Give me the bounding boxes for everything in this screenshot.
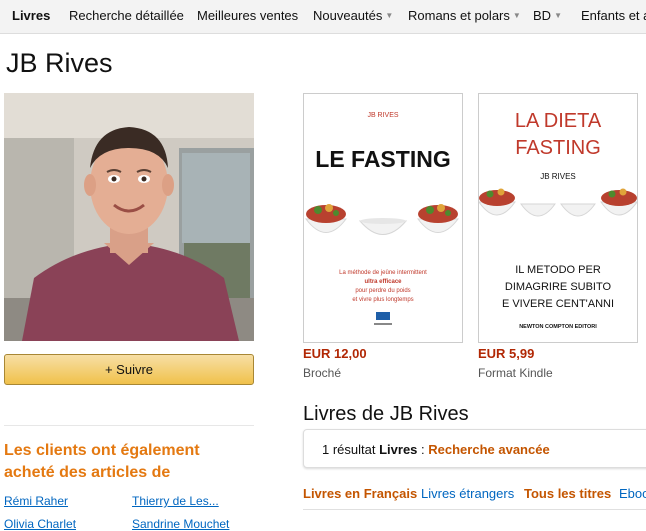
tabs-underline bbox=[303, 509, 646, 510]
cover-subtitle: IL METODO PER bbox=[515, 264, 601, 276]
cover-author: JB RIVES bbox=[367, 112, 398, 119]
result-separator: : bbox=[417, 442, 429, 457]
nav-item-romans-et-polars[interactable]: Romans et polars ▼ bbox=[408, 8, 521, 23]
tab-ebooks[interactable]: Ebooks bbox=[619, 486, 646, 501]
nav-item-label: Romans et polars bbox=[408, 8, 510, 23]
nav-item-label: Livres bbox=[12, 8, 51, 23]
nav-item-label: Recherche détaillée bbox=[69, 8, 184, 23]
page-title: JB Rives bbox=[6, 48, 113, 78]
chevron-down-icon: ▼ bbox=[554, 11, 562, 20]
book-cover-la-dieta-fasting[interactable]: LA DIETA FASTING JB RIVES IL METODO PER … bbox=[478, 93, 638, 343]
cover-tagline: pour perdre du poids bbox=[355, 288, 410, 294]
cover-title: FASTING bbox=[515, 137, 601, 159]
result-summary-bar: 1 résultat Livres : Recherche avancée bbox=[303, 429, 646, 468]
category-nav-bar: Livres Recherche détaillée Meilleures ve… bbox=[0, 0, 646, 34]
also-bought-author-link[interactable]: Thierry de Les... bbox=[132, 494, 219, 508]
books-section-heading: Livres de JB Rives bbox=[303, 403, 469, 425]
cover-author: JB RIVES bbox=[540, 172, 576, 181]
chevron-down-icon: ▼ bbox=[385, 11, 394, 20]
book-format-link[interactable]: Format Kindle bbox=[478, 366, 553, 380]
book-format-link[interactable]: Broché bbox=[303, 366, 341, 380]
book-cover-le-fasting[interactable]: JB RIVES LE FASTING La méthode de jeûne … bbox=[303, 93, 463, 343]
nav-item-recherche-detaillee[interactable]: Recherche détaillée bbox=[69, 8, 184, 23]
publisher-logo bbox=[374, 312, 392, 325]
cover-title: LE FASTING bbox=[315, 146, 450, 172]
cover-tagline: et vivre plus longtemps bbox=[352, 297, 413, 303]
section-divider bbox=[4, 425, 254, 426]
nav-item-nouveautes[interactable]: Nouveautés ▼ bbox=[313, 8, 393, 23]
cover-publisher: NEWTON COMPTON EDITORI bbox=[519, 324, 597, 330]
advanced-search-link[interactable]: Recherche avancée bbox=[428, 442, 549, 457]
also-bought-heading: Les clients ont également acheté des art… bbox=[4, 442, 200, 481]
also-bought-author-link[interactable]: Rémi Raher bbox=[4, 494, 68, 508]
also-bought-author-link[interactable]: Sandrine Mouchet bbox=[132, 517, 229, 531]
book-price: EUR 5,99 bbox=[478, 346, 535, 361]
cover-title: LA DIETA bbox=[515, 110, 602, 132]
cover-tagline: ultra efficace bbox=[364, 279, 402, 285]
nav-item-label: Nouveautés bbox=[313, 8, 383, 23]
nav-item-label: Meilleures ventes bbox=[197, 8, 299, 23]
nav-item-enfants[interactable]: Enfants et ad bbox=[581, 8, 646, 23]
tab-livres-etrangers[interactable]: Livres étrangers bbox=[421, 486, 514, 501]
follow-button[interactable]: + Suivre bbox=[4, 354, 254, 385]
book-price: EUR 12,00 bbox=[303, 346, 367, 361]
cover-tagline: La méthode de jeûne intermittent bbox=[339, 270, 427, 276]
result-count: 1 résultat bbox=[322, 442, 376, 457]
nav-item-label: Enfants et ad bbox=[581, 8, 646, 23]
chevron-down-icon: ▼ bbox=[512, 11, 521, 20]
also-bought-author-link[interactable]: Olivia Charlet bbox=[4, 517, 76, 531]
cover-subtitle: E VIVERE CENT'ANNI bbox=[502, 298, 614, 310]
nav-item-label: BD bbox=[533, 8, 552, 23]
nav-item-livres[interactable]: Livres bbox=[12, 8, 50, 23]
cover-subtitle: DIMAGRIRE SUBITO bbox=[505, 281, 612, 293]
result-category: Livres bbox=[379, 442, 418, 457]
author-photo bbox=[4, 93, 254, 341]
nav-item-bd[interactable]: BD ▼ bbox=[533, 8, 562, 23]
tab-tous-les-titres[interactable]: Tous les titres bbox=[524, 486, 611, 501]
tab-livres-en-francais[interactable]: Livres en Français bbox=[303, 486, 417, 501]
nav-item-meilleures-ventes[interactable]: Meilleures ventes bbox=[197, 8, 298, 23]
